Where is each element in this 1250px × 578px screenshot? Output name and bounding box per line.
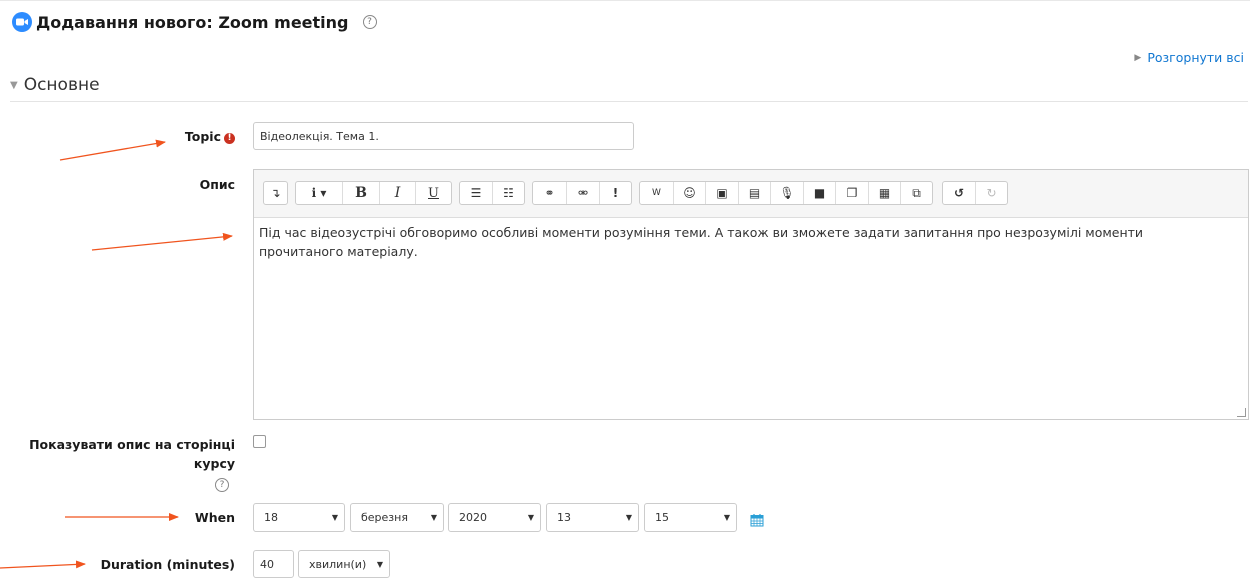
arrow-duration bbox=[0, 560, 86, 569]
arrow-topic bbox=[59, 139, 166, 161]
arrow-description bbox=[91, 232, 233, 251]
annotation-arrows bbox=[0, 139, 233, 569]
